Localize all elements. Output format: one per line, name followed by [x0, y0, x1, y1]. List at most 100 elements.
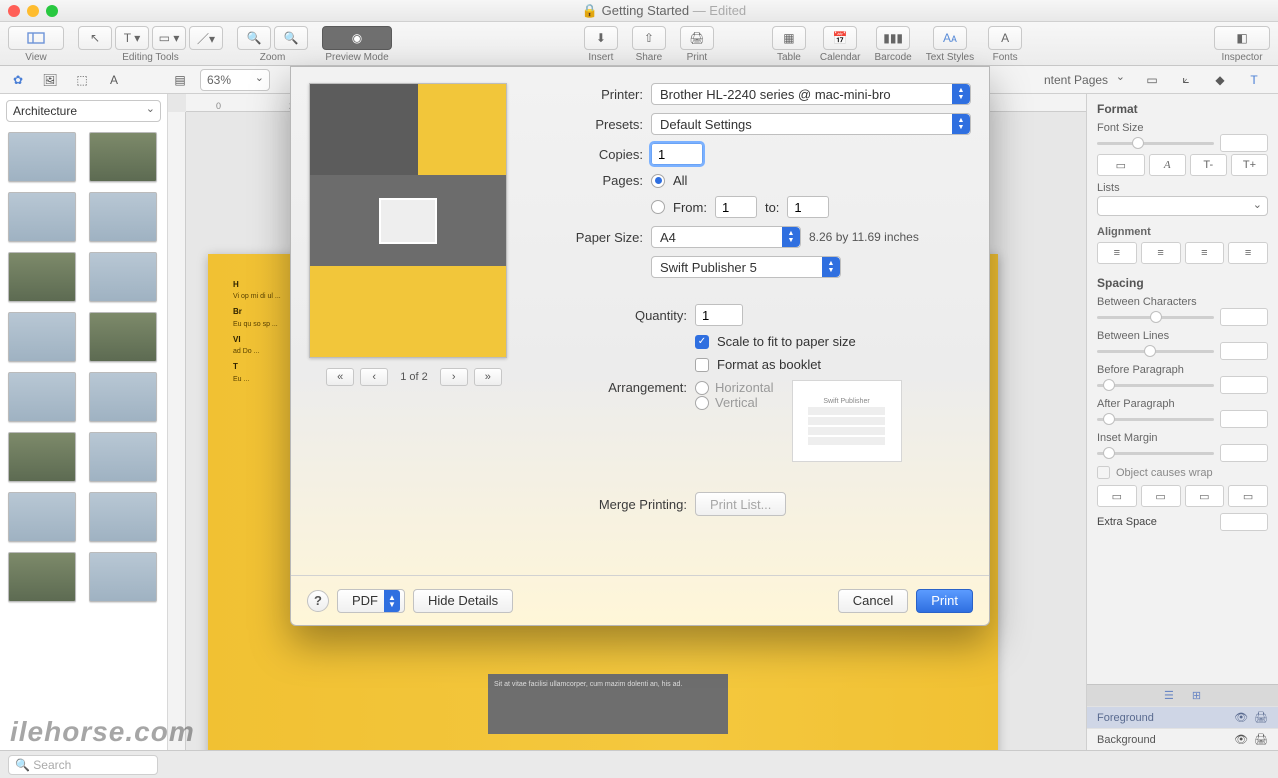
asset-thumb[interactable]	[8, 252, 76, 302]
wrap-checkbox[interactable]	[1097, 466, 1110, 479]
inset-value[interactable]	[1220, 444, 1268, 462]
scale-checkbox[interactable]	[695, 335, 709, 349]
pager-last-button[interactable]: »	[474, 368, 502, 386]
inset-slider[interactable]	[1103, 447, 1115, 459]
asset-thumb[interactable]	[89, 192, 157, 242]
asset-thumb[interactable]	[8, 372, 76, 422]
fontsize-value[interactable]	[1220, 134, 1268, 152]
presets-select[interactable]: Default Settings▲▼	[651, 113, 971, 135]
before-para-slider[interactable]	[1103, 379, 1115, 391]
shapes-tab-icon[interactable]: ⬚	[70, 70, 94, 90]
inspector-button[interactable]: ◧	[1214, 26, 1270, 50]
asset-category-select[interactable]: Architecture	[6, 100, 161, 122]
line-tool-button[interactable]: ／▾	[189, 26, 223, 50]
text-styles-button[interactable]: Aᴀ	[933, 26, 967, 50]
char-spacing-value[interactable]	[1220, 308, 1268, 326]
after-para-value[interactable]	[1220, 410, 1268, 428]
inspector-tab-geometry-icon[interactable]: ⟀	[1174, 70, 1198, 90]
hide-details-button[interactable]: Hide Details	[413, 589, 513, 613]
asset-thumb[interactable]	[8, 312, 76, 362]
share-button[interactable]: ⇧	[632, 26, 666, 50]
visibility-icon[interactable]: 👁	[1234, 733, 1248, 746]
assets-tab-icon[interactable]: ✿	[6, 70, 30, 90]
char-spacing-slider[interactable]	[1150, 311, 1162, 323]
cancel-button[interactable]: Cancel	[838, 589, 908, 613]
asset-thumb[interactable]	[8, 552, 76, 602]
help-button[interactable]: ?	[307, 590, 329, 612]
table-button[interactable]: ▦	[772, 26, 806, 50]
align-center-button[interactable]: ≡	[1141, 242, 1181, 264]
layer-foreground-row[interactable]: Foreground👁🖨	[1087, 706, 1278, 728]
pages-from-input[interactable]	[715, 196, 757, 218]
wrap-around-button[interactable]: ▭	[1185, 485, 1225, 507]
minimize-window-button[interactable]	[27, 5, 39, 17]
asset-thumb[interactable]	[8, 132, 76, 182]
visibility-icon[interactable]: 👁	[1234, 711, 1248, 724]
close-window-button[interactable]	[8, 5, 20, 17]
before-para-value[interactable]	[1220, 376, 1268, 394]
view-button[interactable]	[8, 26, 64, 50]
increase-size-button[interactable]: T+	[1231, 154, 1268, 176]
asset-thumb[interactable]	[89, 132, 157, 182]
grid-icon[interactable]: ⊞	[1192, 689, 1201, 702]
pages-all-radio[interactable]	[651, 174, 665, 188]
zoom-out-button[interactable]: 🔍	[237, 26, 271, 50]
asset-thumb[interactable]	[8, 432, 76, 482]
quantity-input[interactable]	[695, 304, 743, 326]
after-para-slider[interactable]	[1103, 413, 1115, 425]
extra-space-value[interactable]	[1220, 513, 1268, 531]
print-button[interactable]: 🖨	[680, 26, 714, 50]
wrap-left-button[interactable]: ▭	[1097, 485, 1137, 507]
print-layer-icon[interactable]: 🖨	[1254, 711, 1268, 724]
line-spacing-value[interactable]	[1220, 342, 1268, 360]
search-field[interactable]: 🔍 Search	[8, 755, 158, 775]
align-left-button[interactable]: ≡	[1097, 242, 1137, 264]
zoom-select[interactable]: 63%	[200, 69, 270, 91]
zoom-window-button[interactable]	[46, 5, 58, 17]
shape-tool-button[interactable]: ▭ ▾	[152, 26, 186, 50]
zoom-in-button[interactable]: 🔍	[274, 26, 308, 50]
printer-select[interactable]: Brother HL-2240 series @ mac-mini-bro▲▼	[651, 83, 971, 105]
asset-thumb[interactable]	[89, 552, 157, 602]
fontsize-slider[interactable]	[1132, 137, 1144, 149]
pager-next-button[interactable]: ›	[440, 368, 468, 386]
calendar-button[interactable]: 📅	[823, 26, 857, 50]
booklet-checkbox[interactable]	[695, 358, 709, 372]
pdf-menu-button[interactable]: PDF▲▼	[337, 589, 405, 613]
wrap-none-button[interactable]: ▭	[1228, 485, 1268, 507]
pager-first-button[interactable]: «	[326, 368, 354, 386]
asset-thumb[interactable]	[89, 312, 157, 362]
app-options-select[interactable]: Swift Publisher 5▲▼	[651, 256, 841, 278]
text-tool-button[interactable]: T ▾	[115, 26, 149, 50]
inspector-tab-text-icon[interactable]: T	[1242, 70, 1266, 90]
asset-thumb[interactable]	[89, 492, 157, 542]
font-color-button[interactable]: ▭	[1097, 154, 1145, 176]
layers-icon[interactable]: ☰	[1164, 689, 1174, 702]
barcode-button[interactable]: ▮▮▮	[876, 26, 910, 50]
text-tab-icon[interactable]: A	[102, 70, 126, 90]
content-pages-select[interactable]: ntent Pages	[1038, 69, 1130, 91]
photos-tab-icon[interactable]: 🖼	[38, 70, 62, 90]
pages-range-radio[interactable]	[651, 200, 665, 214]
merge-printlist-button[interactable]: Print List...	[695, 492, 786, 516]
copies-input[interactable]	[651, 143, 703, 165]
fonts-button[interactable]: A	[988, 26, 1022, 50]
inspector-tab-appearance-icon[interactable]: ◆	[1208, 70, 1232, 90]
asset-thumb[interactable]	[89, 252, 157, 302]
asset-thumb[interactable]	[8, 492, 76, 542]
font-style-button[interactable]: A	[1149, 154, 1186, 176]
align-justify-button[interactable]: ≡	[1228, 242, 1268, 264]
decrease-size-button[interactable]: T-	[1190, 154, 1227, 176]
inspector-tab-doc-icon[interactable]: ▭	[1140, 70, 1164, 90]
asset-thumb[interactable]	[89, 432, 157, 482]
select-tool-button[interactable]: ↖	[78, 26, 112, 50]
pages-panel-icon[interactable]: ▤	[168, 70, 192, 90]
insert-button[interactable]: ⬇	[584, 26, 618, 50]
papersize-select[interactable]: A4▲▼	[651, 226, 801, 248]
pager-prev-button[interactable]: ‹	[360, 368, 388, 386]
align-right-button[interactable]: ≡	[1185, 242, 1225, 264]
wrap-right-button[interactable]: ▭	[1141, 485, 1181, 507]
pages-to-input[interactable]	[787, 196, 829, 218]
asset-thumb[interactable]	[8, 192, 76, 242]
print-layer-icon[interactable]: 🖨	[1254, 733, 1268, 746]
